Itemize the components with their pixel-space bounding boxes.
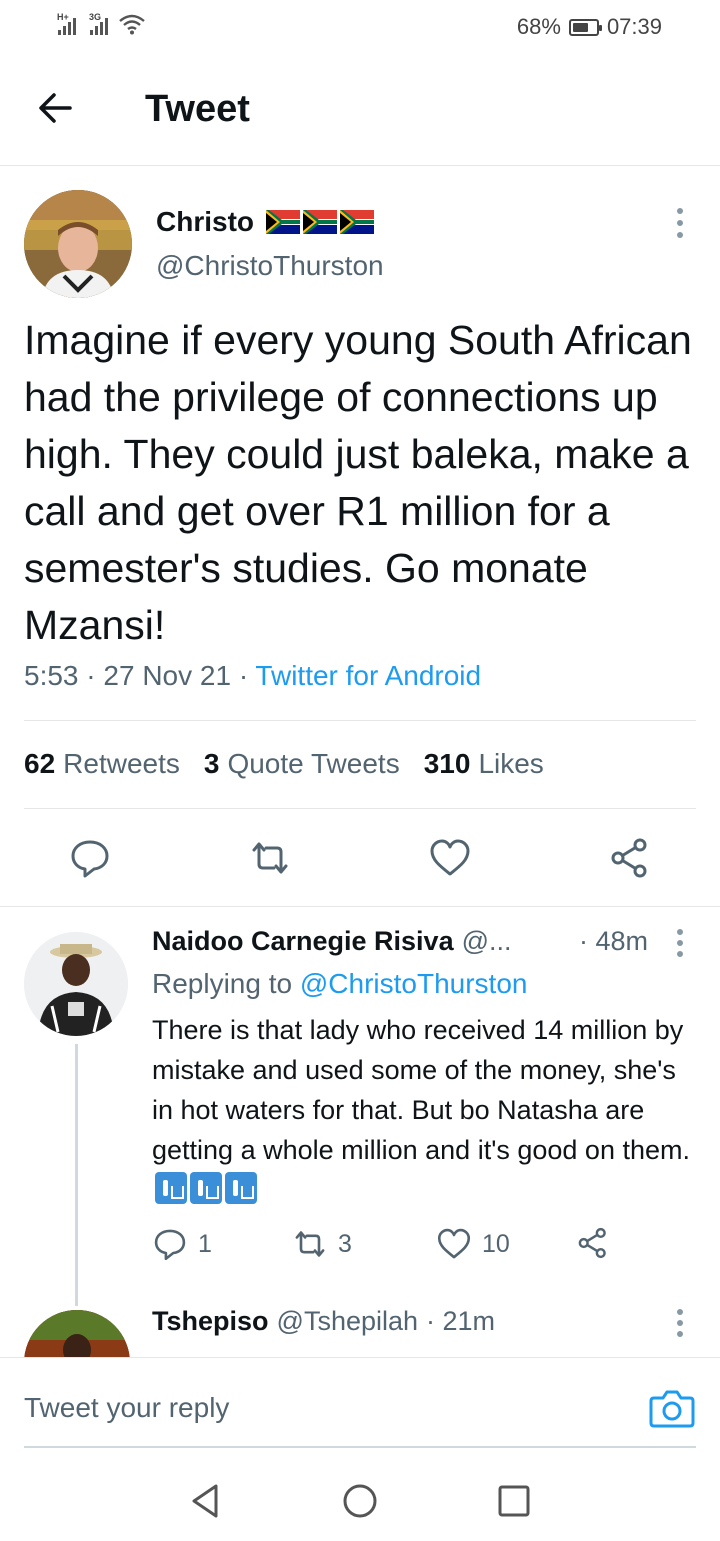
likes-count: 310 bbox=[423, 748, 471, 779]
reply-button[interactable]: 1 bbox=[152, 1226, 212, 1262]
page-title: Tweet bbox=[145, 88, 250, 130]
litter-emoji-icon bbox=[225, 1172, 257, 1204]
status-bar: H+ 3G 68% 07:39 bbox=[0, 0, 720, 56]
more-vertical-icon[interactable] bbox=[668, 206, 692, 240]
like-count: 10 bbox=[482, 1229, 510, 1258]
retweet-icon[interactable] bbox=[248, 836, 292, 880]
south-africa-flag-icon bbox=[340, 210, 374, 234]
reply-icon[interactable] bbox=[68, 836, 112, 880]
triangle-back-icon[interactable] bbox=[186, 1481, 226, 1521]
quote-label: Quote Tweets bbox=[227, 748, 400, 779]
flag-emojis bbox=[266, 210, 374, 234]
replying-prefix: Replying to bbox=[152, 968, 293, 999]
thread-line bbox=[75, 1044, 78, 1306]
litter-emoji-icon bbox=[155, 1172, 187, 1204]
tweet-timestamp: 5:53 · 27 Nov 21 · Twitter for Android bbox=[24, 660, 482, 691]
network-type-label: 3G bbox=[89, 12, 102, 22]
reply-composer: Tweet your reply bbox=[0, 1357, 720, 1461]
reply-author-handle[interactable]: @... bbox=[462, 926, 512, 957]
tweet-date: 27 Nov 21 bbox=[103, 660, 232, 691]
signal-strength-icon: 3G bbox=[89, 12, 108, 35]
reply-author-name[interactable]: Tshepiso bbox=[152, 1306, 269, 1337]
tweet-source-link[interactable]: Twitter for Android bbox=[255, 660, 481, 691]
tweet-author-name[interactable]: Christo bbox=[156, 206, 374, 238]
avatar[interactable] bbox=[24, 932, 128, 1036]
divider bbox=[24, 720, 696, 721]
likes-label: Likes bbox=[478, 748, 544, 779]
reply-action-bar: 1 3 10 bbox=[152, 1226, 632, 1270]
circle-home-icon[interactable] bbox=[340, 1481, 380, 1521]
reply-text-body: There is that lady who received 14 milli… bbox=[152, 1015, 690, 1165]
reply-input[interactable]: Tweet your reply bbox=[24, 1392, 229, 1424]
status-right: 68% 07:39 bbox=[517, 14, 662, 40]
retweets-label: Retweets bbox=[63, 748, 180, 779]
quote-tweets-stat[interactable]: 3 Quote Tweets bbox=[204, 748, 400, 780]
replying-to: Replying to @ChristoThurston bbox=[152, 968, 527, 1000]
system-nav-bar bbox=[0, 1461, 720, 1541]
divider bbox=[24, 808, 696, 809]
reply-header: Naidoo Carnegie Risiva @... · 48m bbox=[152, 926, 692, 957]
tweet-action-bar bbox=[0, 830, 720, 886]
retweets-stat[interactable]: 62 Retweets bbox=[24, 748, 180, 780]
tweet-stats: 62 Retweets 3 Quote Tweets 310 Likes bbox=[24, 748, 544, 780]
reply-time[interactable]: · 21m bbox=[426, 1306, 495, 1337]
battery-percent: 68% bbox=[516, 14, 561, 39]
reply-time[interactable]: · 48m bbox=[579, 926, 648, 957]
retweet-button[interactable]: 3 bbox=[292, 1226, 352, 1262]
app-header: Tweet bbox=[0, 56, 720, 166]
retweet-count: 3 bbox=[338, 1229, 352, 1258]
signal-indicators: H+ 3G bbox=[57, 12, 146, 35]
wifi-icon bbox=[119, 14, 145, 35]
like-button[interactable]: 10 bbox=[436, 1226, 510, 1262]
south-africa-flag-icon bbox=[266, 210, 300, 234]
reply-author-name[interactable]: Naidoo Carnegie Risiva bbox=[152, 926, 454, 957]
litter-emoji-icon bbox=[190, 1172, 222, 1204]
reply-input-underline bbox=[24, 1446, 696, 1448]
tweet-author-handle[interactable]: @ChristoThurston bbox=[156, 250, 384, 282]
likes-stat[interactable]: 310 Likes bbox=[424, 748, 544, 780]
replying-to-link[interactable]: @ChristoThurston bbox=[300, 968, 528, 999]
quote-count: 3 bbox=[203, 748, 220, 779]
tweet-time: 5:53 bbox=[24, 660, 79, 691]
divider bbox=[0, 906, 720, 907]
share-icon[interactable] bbox=[608, 836, 652, 880]
tweet-text: Imagine if every young South African had… bbox=[24, 317, 692, 648]
arrow-left-icon[interactable] bbox=[34, 86, 78, 130]
heart-icon bbox=[437, 1228, 471, 1259]
square-recents-icon[interactable] bbox=[494, 1481, 534, 1521]
reply-header: Tshepiso @Tshepilah · 21m bbox=[152, 1306, 495, 1337]
reply-count: 1 bbox=[198, 1229, 212, 1258]
signal-strength-icon: H+ bbox=[57, 12, 76, 35]
retweets-count: 62 bbox=[24, 748, 56, 779]
camera-icon[interactable] bbox=[648, 1386, 696, 1430]
more-vertical-icon[interactable] bbox=[668, 928, 692, 958]
reply-icon bbox=[154, 1229, 186, 1261]
share-icon bbox=[578, 1227, 606, 1259]
share-button[interactable] bbox=[576, 1226, 610, 1260]
battery-icon bbox=[568, 18, 602, 36]
reply-text: There is that lady who received 14 milli… bbox=[152, 1010, 697, 1210]
network-type-label: H+ bbox=[57, 12, 69, 22]
author-name-text: Christo bbox=[156, 206, 254, 237]
clock: 07:39 bbox=[606, 14, 662, 39]
reply-author-handle[interactable]: @Tshepilah bbox=[277, 1306, 419, 1337]
avatar[interactable] bbox=[24, 190, 132, 298]
south-africa-flag-icon bbox=[303, 210, 337, 234]
heart-icon[interactable] bbox=[428, 836, 472, 880]
retweet-icon bbox=[295, 1231, 325, 1257]
more-vertical-icon[interactable] bbox=[668, 1308, 692, 1338]
